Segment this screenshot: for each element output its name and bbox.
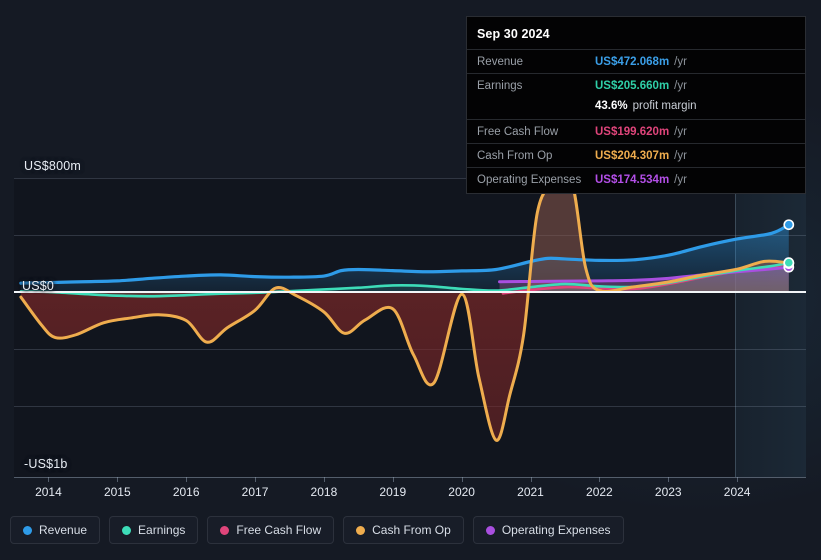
tooltip-row-value: US$204.307m: [595, 149, 670, 162]
tooltip-row-value: 43.6%: [595, 99, 628, 112]
legend-item-label: Free Cash Flow: [236, 523, 322, 537]
chart-plot-area[interactable]: [14, 173, 806, 477]
tooltip-row-unit: /yr: [674, 149, 687, 162]
tooltip-row-label: Free Cash Flow: [477, 125, 559, 138]
x-axis-label: 2014: [35, 485, 62, 499]
x-axis-label: 2017: [241, 485, 269, 499]
y-axis-label-top: US$800m: [24, 159, 81, 173]
x-axis-label: 2023: [654, 485, 682, 499]
x-axis-tick: [117, 477, 119, 482]
legend-item-earnings[interactable]: Earnings: [109, 516, 199, 544]
x-axis-tick: [461, 477, 463, 482]
x-axis-label: 2016: [172, 485, 200, 499]
tooltip-row-label: Cash From Op: [477, 149, 553, 162]
tooltip-row-value: US$472.068m: [595, 55, 670, 68]
legend-color-dot-icon: [23, 525, 32, 535]
zero-baseline: [14, 291, 806, 293]
tooltip-row: Operating Expenses US$174.534m/yr: [467, 167, 805, 191]
legend-color-dot-icon: [356, 525, 366, 535]
tooltip-profit-margin-label: profit margin: [632, 99, 697, 112]
x-axis-tick: [323, 477, 325, 482]
y-axis-label-bottom: -US$1b: [24, 457, 68, 471]
x-axis-tick: [668, 477, 670, 482]
tooltip-row-label: Earnings: [477, 79, 523, 92]
x-axis-tick: [255, 477, 257, 482]
tooltip-row: Cash From Op US$204.307m/yr: [467, 143, 805, 167]
tooltip-row: Revenue US$472.068m/yr: [467, 49, 805, 73]
tooltip-row-unit: /yr: [674, 125, 687, 138]
legend-item-label: Earnings: [138, 523, 186, 537]
legend-color-dot-icon: [220, 525, 230, 535]
cash-from-op-negative-area: [20, 292, 789, 441]
legend-item-label: Cash From Op: [372, 523, 451, 537]
x-axis-label: 2015: [103, 485, 131, 499]
tooltip-row-value: US$174.534m: [595, 173, 670, 186]
tooltip-row-label: Operating Expenses: [477, 173, 582, 186]
x-axis-label: 2024: [723, 485, 751, 499]
tooltip-rows: Revenue US$472.068m/yr Earnings US$205.660m…: [467, 49, 805, 191]
tooltip-row-value: US$199.620m: [595, 125, 670, 138]
legend-item-revenue[interactable]: Revenue: [10, 516, 101, 544]
chart-legend[interactable]: Revenue Earnings Free Cash Flow Cash From O…: [10, 516, 624, 544]
tooltip-row-unit: /yr: [674, 55, 687, 68]
x-axis-tick: [186, 477, 188, 482]
x-axis-tick: [392, 477, 394, 482]
x-axis-tick: [48, 477, 50, 482]
legend-item-free-cash-flow[interactable]: Free Cash Flow: [207, 516, 335, 544]
x-axis-label: 2018: [310, 485, 338, 499]
tooltip-row: Earnings US$205.660m/yr: [467, 73, 805, 97]
tooltip-row: 43.6% profit margin: [467, 97, 805, 119]
x-axis-label: 2020: [448, 485, 475, 499]
chart-svg: [19, 173, 795, 442]
tooltip-row-label: Revenue: [477, 55, 524, 68]
tooltip-row-unit: /yr: [674, 173, 687, 186]
x-axis-line: [14, 477, 806, 478]
legend-item-label: Operating Expenses: [501, 523, 611, 537]
legend-item-label: Revenue: [39, 523, 88, 537]
chart-tooltip: Sep 30 2024 Revenue US$472.068m/yr Earning…: [466, 16, 806, 194]
legend-item-operating-expenses[interactable]: Operating Expenses: [472, 516, 624, 544]
legend-color-dot-icon: [122, 525, 132, 535]
x-axis-tick: [737, 477, 739, 482]
legend-color-dot-icon: [485, 525, 495, 535]
y-axis-label-zero: US$0: [22, 279, 55, 293]
x-axis-label: 2022: [586, 485, 613, 499]
x-axis-tick: [530, 477, 532, 482]
tooltip-row-unit: /yr: [674, 79, 687, 92]
x-axis-label: 2019: [379, 485, 407, 499]
endpoint-marker: [783, 257, 795, 269]
tooltip-date: Sep 30 2024: [477, 27, 550, 41]
tooltip-row: Free Cash Flow US$199.620m/yr: [467, 119, 805, 143]
x-axis-tick: [599, 477, 601, 482]
legend-item-cash-from-op[interactable]: Cash From Op: [343, 516, 464, 544]
x-axis-label: 2021: [517, 485, 544, 499]
tooltip-row-value: US$205.660m: [595, 79, 670, 92]
endpoint-marker: [783, 219, 795, 231]
